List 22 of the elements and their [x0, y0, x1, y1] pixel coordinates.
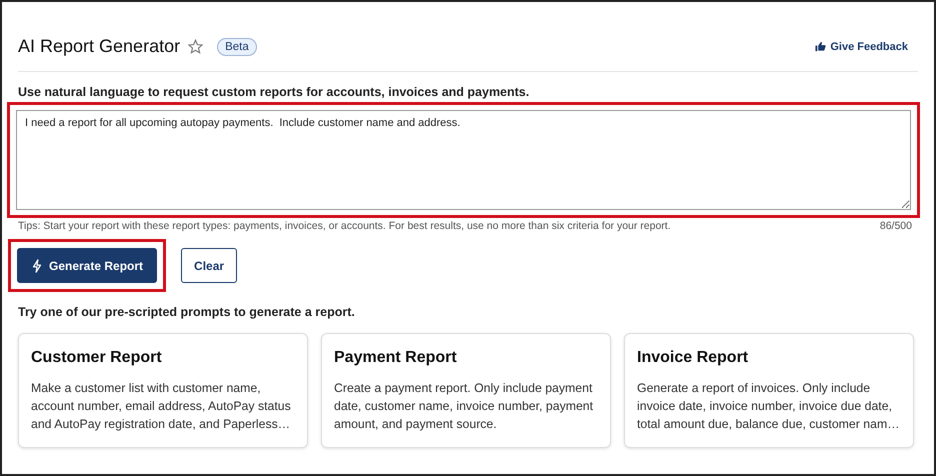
card-description: Generate a report of invoices. Only include invoice date, invoice number, invoice due date, total amount due, balance due, customer nam…: [637, 380, 900, 433]
feedback-link[interactable]: Give Feedback: [815, 40, 908, 52]
prompt-card[interactable]: Payment Report Create a payment report. Only include payment date, customer name, invoice number, payment amount, and payment source.: [321, 333, 611, 448]
card-title: Customer Report: [31, 349, 163, 367]
thumbs-up-icon: [815, 41, 826, 52]
card-description: Make a customer list with customer name, account number, email address, AutoPay status and AutoPay registration date, and Paperless…: [31, 380, 292, 433]
star-icon[interactable]: [188, 39, 204, 54]
prompts-heading: Try one of our pre-scripted prompts to generate a report.: [18, 305, 356, 319]
lightning-icon: [31, 258, 43, 272]
page-title: AI Report Generator: [18, 36, 180, 57]
character-counter: 86/500: [880, 220, 912, 232]
card-title: Payment Report: [334, 349, 458, 367]
prompt-card[interactable]: Customer Report Make a customer list with customer name, account number, email address, AutoPay status and AutoPay registration date, and Paperless…: [18, 333, 308, 448]
generate-button[interactable]: Generate Report: [17, 248, 158, 283]
instruction-label: Use natural language to request custom reports for accounts, invoices and payments.: [18, 85, 530, 99]
prompt-card[interactable]: Invoice Report Generate a report of invoices. Only include invoice date, invoice number, invoice due date, total amount due, balance due, customer nam…: [624, 333, 914, 448]
card-description: Create a payment report. Only include payment date, customer name, invoice number, payment amount, and payment source.: [334, 380, 594, 433]
beta-badge: Beta: [217, 38, 257, 56]
card-title: Invoice Report: [637, 349, 750, 367]
tips-text: Tips: Start your report with these report types: payments, invoices, or accounts. For best results, use no more than six criteria for your report.: [18, 220, 671, 232]
report-request-field[interactable]: I need a report for all upcoming autopay payments. Include customer name and address.: [16, 110, 911, 210]
clear-button[interactable]: Clear: [181, 248, 238, 283]
